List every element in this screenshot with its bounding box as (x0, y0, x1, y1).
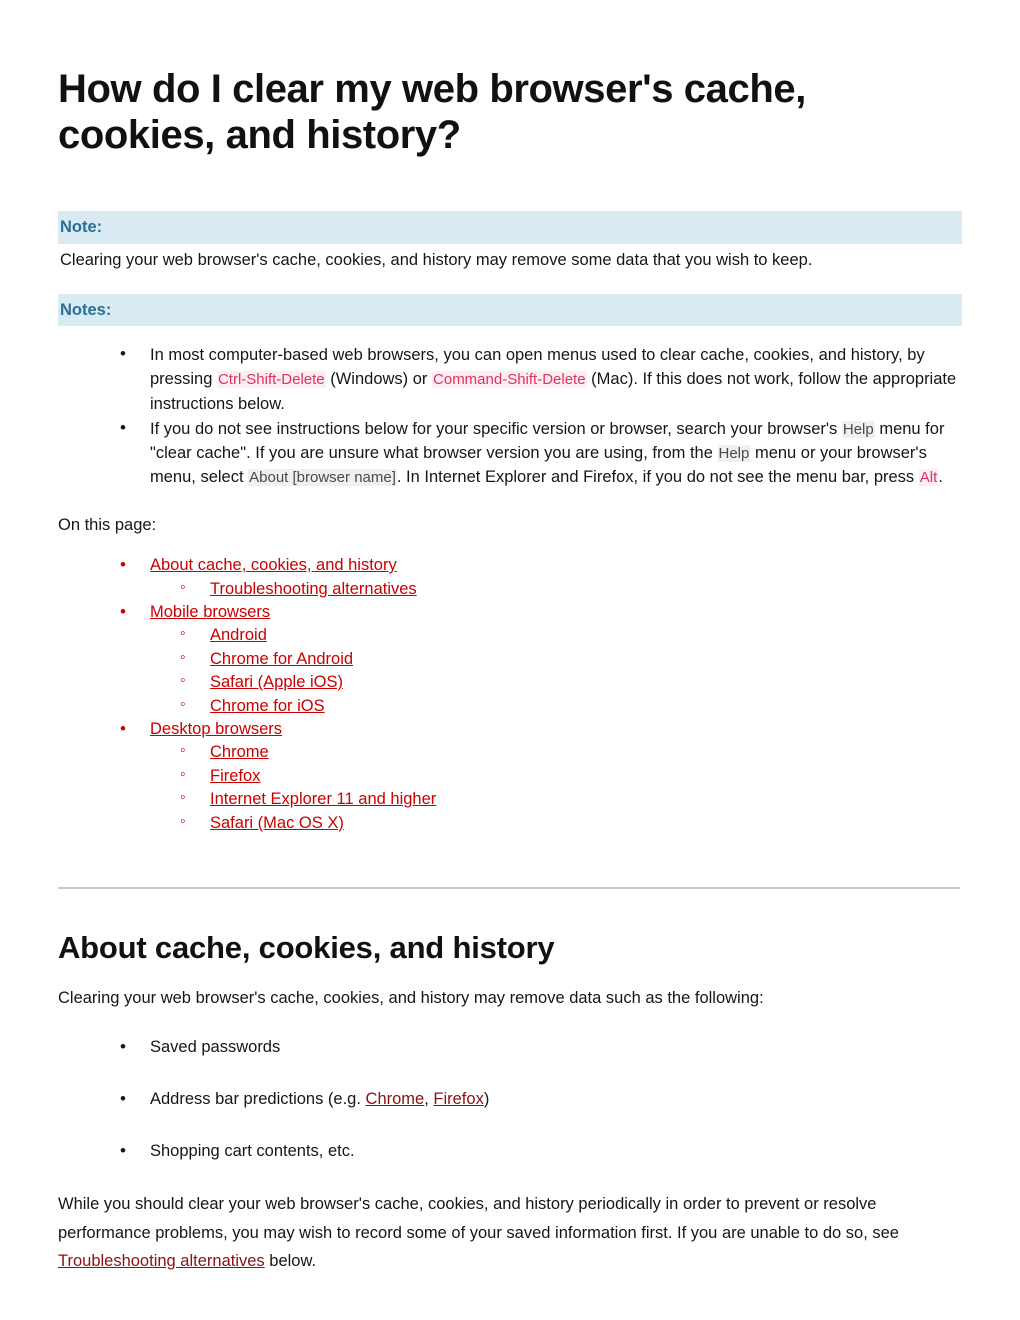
toc-link-safari-mac-os-x[interactable]: Safari (Mac OS X) (210, 814, 344, 832)
note-text: . (938, 467, 943, 486)
notes-list: In most computer-based web browsers, you… (58, 342, 962, 489)
toc-link-firefox[interactable]: Firefox (210, 767, 260, 785)
section-intro: Clearing your web browser's cache, cooki… (58, 989, 764, 1008)
bullet-text: Shopping cart contents, etc. (150, 1141, 355, 1160)
table-of-contents: About cache, cookies, and history Troubl… (58, 553, 962, 835)
ui-label-about-browser: About [browser name] (248, 468, 397, 486)
bullet-text: ) (483, 1089, 490, 1108)
note-body: Clearing your web browser's cache, cooki… (60, 250, 813, 269)
list-item: Internet Explorer 11 and higher (180, 787, 962, 811)
toc-link-about-cache[interactable]: About cache, cookies, and history (150, 556, 397, 574)
list-item: Troubleshooting alternatives (180, 576, 962, 601)
ui-label-help-2: Help (717, 444, 751, 462)
list-item: Shopping cart contents, etc. (120, 1138, 962, 1164)
kbd-ctrl-shift-delete: Ctrl-Shift-Delete (216, 371, 326, 389)
kbd-command-shift-delete: Command-Shift-Delete (432, 371, 587, 389)
section-divider (58, 887, 960, 890)
toc-link-internet-explorer[interactable]: Internet Explorer 11 and higher (210, 790, 436, 808)
note-text: . In Internet Explorer and Firefox, if y… (396, 467, 919, 486)
list-item: Chrome for iOS (180, 694, 962, 718)
toc-link-chrome[interactable]: Chrome (210, 743, 269, 761)
note-heading: Note: (58, 210, 962, 244)
list-item: Chrome (180, 740, 962, 764)
toc-link-mobile-browsers[interactable]: Mobile browsers (150, 603, 270, 621)
page-title: How do I clear my web browser's cache, c… (58, 67, 806, 158)
section-title-about: About cache, cookies, and history (58, 930, 555, 966)
kbd-alt: Alt (918, 468, 939, 486)
list-item: Safari (Mac OS X) (180, 811, 962, 835)
notes-callout: Notes: In most computer-based web browse… (58, 293, 962, 489)
note-text: If you do not see instructions below for… (150, 419, 842, 438)
list-item: In most computer-based web browsers, you… (120, 342, 962, 415)
closing-text-pre: While you should clear your web browser'… (58, 1195, 899, 1242)
document-page: How do I clear my web browser's cache, c… (0, 0, 1020, 1275)
toc-link-desktop-browsers[interactable]: Desktop browsers (150, 720, 282, 738)
list-item: Safari (Apple iOS) (180, 670, 962, 694)
note-callout: Note: Clearing your web browser's cache,… (58, 210, 962, 273)
link-troubleshooting-alternatives[interactable]: Troubleshooting alternatives (58, 1252, 265, 1270)
list-item: Android (180, 623, 962, 647)
toc-link-troubleshooting-alternatives[interactable]: Troubleshooting alternatives (210, 580, 417, 598)
toc-group-desktop: Desktop browsers Chrome Firefox Internet… (120, 717, 962, 835)
toc-link-safari-apple-ios[interactable]: Safari (Apple iOS) (210, 673, 343, 691)
toc-group-mobile: Mobile browsers Android Chrome for Andro… (120, 600, 962, 718)
toc-link-chrome-for-android[interactable]: Chrome for Android (210, 650, 353, 668)
toc-link-chrome-for-ios[interactable]: Chrome for iOS (210, 697, 325, 715)
toc-link-android[interactable]: Android (210, 626, 267, 644)
closing-paragraph: While you should clear your web browser'… (58, 1190, 962, 1275)
bullet-text: , (424, 1089, 434, 1108)
ui-label-help: Help (841, 420, 875, 438)
note-text: (Windows) or (325, 370, 433, 389)
list-item: Firefox (180, 764, 962, 788)
data-removed-list: Saved passwords Address bar predictions … (58, 1034, 962, 1164)
notes-heading: Notes: (58, 293, 962, 327)
toc-group-about: About cache, cookies, and history Troubl… (120, 553, 962, 601)
list-item: Saved passwords (120, 1034, 962, 1060)
closing-text-post: below. (264, 1252, 317, 1271)
toc-sublist: Android Chrome for Android Safari (Apple… (150, 623, 962, 718)
list-item: Chrome for Android (180, 647, 962, 671)
list-item: Address bar predictions (e.g. Chrome, Fi… (120, 1086, 962, 1112)
link-firefox[interactable]: Firefox (433, 1090, 483, 1108)
toc-sublist: Chrome Firefox Internet Explorer 11 and … (150, 740, 962, 835)
link-chrome[interactable]: Chrome (366, 1090, 425, 1108)
on-this-page-label: On this page: (58, 515, 157, 534)
bullet-text: Address bar predictions (e.g. (150, 1089, 366, 1108)
bullet-text: Saved passwords (150, 1038, 281, 1057)
toc-sublist: Troubleshooting alternatives (150, 576, 962, 601)
list-item: If you do not see instructions below for… (120, 416, 962, 489)
